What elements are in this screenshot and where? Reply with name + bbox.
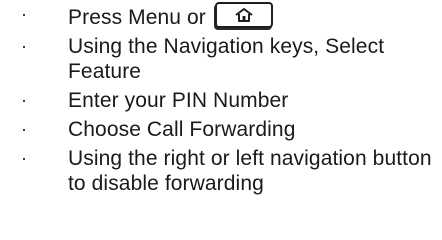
bullet: · — [20, 36, 28, 56]
bullet: · — [20, 4, 28, 24]
step-text: Using the Navigation keys, Select Featur… — [68, 35, 385, 83]
step-text: Enter your PIN Number — [68, 89, 289, 112]
bullet: · — [20, 148, 28, 168]
bullet: · — [20, 119, 28, 139]
step-text: Using the right or left navigation butto… — [68, 147, 432, 195]
list-item: · Press Menu or — [14, 2, 434, 30]
step-text: Choose Call Forwarding — [68, 118, 296, 141]
instruction-list: · Press Menu or · Using the Navigation k… — [14, 2, 434, 200]
list-item: · Choose Call Forwarding — [14, 117, 434, 142]
step-text: Press Menu or — [68, 6, 206, 29]
list-item: · Enter your PIN Number — [14, 88, 434, 113]
home-key-icon — [214, 2, 273, 28]
list-item: · Using the Navigation keys, Select Feat… — [14, 34, 434, 84]
list-item: · Using the right or left navigation but… — [14, 146, 434, 196]
home-icon — [235, 8, 253, 22]
bullet: · — [20, 90, 28, 110]
